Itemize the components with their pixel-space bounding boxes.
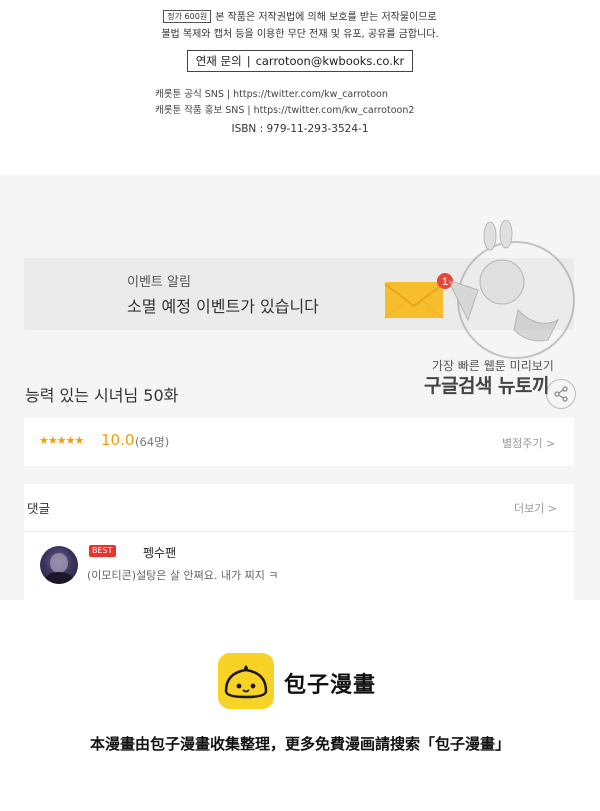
site-footer: 包子漫畫 本漫畫由包子漫畫收集整理，更多免費漫画請搜索「包子漫畫」	[0, 600, 600, 811]
rating-card: ★★★★★ 10.0 (64명) 별점주기 >	[24, 418, 574, 466]
footer-note: 本漫畫由包子漫畫收集整理，更多免費漫画請搜索「包子漫畫」	[89, 735, 510, 753]
comments-more-link[interactable]: 더보기 >	[514, 500, 557, 516]
event-label: 이벤트 알림	[127, 275, 191, 290]
best-badge: BEST	[89, 545, 116, 557]
divider	[24, 531, 574, 532]
copyright-notice-line2: 불법 복제와 캡처 등을 이용한 무단 전재 및 유포, 공유를 금합니다.	[161, 29, 439, 40]
price-tag: 정가 600원	[163, 10, 212, 23]
contact-box: 연재 문의 | carrotoon@kwbooks.co.kr	[187, 50, 413, 72]
rate-button[interactable]: 별점주기 >	[502, 435, 555, 451]
logo-text: 包子漫畫	[284, 673, 377, 698]
rating-score: 10.0	[101, 431, 135, 449]
sns-promo-link[interactable]: 캐롯툰 작품 홍보 SNS | https://twitter.com/kw_c…	[155, 102, 414, 116]
sns-official-link[interactable]: 캐롯툰 공식 SNS | https://twitter.com/kw_carr…	[155, 86, 388, 100]
avatar	[40, 546, 78, 584]
comment-text: (이모티콘)설탕은 살 안쪄요. 내가 찌지 ㅋ	[87, 569, 279, 582]
baozi-logo-icon	[218, 653, 274, 709]
isbn-text: ISBN : 979-11-293-3524-1	[231, 123, 369, 135]
copyright-notice-line1: 정가 600원 본 작품은 저작권법에 의해 보호를 받는 저작물이므로	[0, 8, 600, 23]
comment-username: 펭수팬	[143, 546, 177, 560]
copyright-section: 정가 600원 본 작품은 저작권법에 의해 보호를 받는 저작물이므로 불법 복…	[0, 0, 600, 175]
comments-header: 댓글	[27, 501, 51, 516]
contact-label: 연재 문의	[195, 54, 242, 68]
comment-card: 댓글 더보기 > BEST 펭수팬 (이모티콘)설탕은 살 안쪄요. 내가 찌지…	[24, 484, 574, 600]
rating-count: (64명)	[135, 435, 170, 449]
watermark-line2: 구글검색 뉴토끼	[424, 375, 549, 397]
rating-stars: ★★★★★	[39, 434, 84, 447]
episode-title: 능력 있는 시녀님 50화	[25, 386, 179, 405]
contact-email[interactable]: carrotoon@kwbooks.co.kr	[256, 54, 405, 68]
event-title: 소멸 예정 이벤트가 있습니다	[127, 297, 319, 316]
